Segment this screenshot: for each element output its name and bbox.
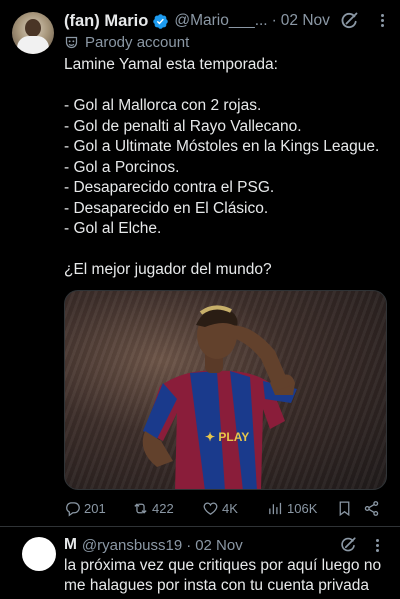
- reply-author-handle[interactable]: @ryansbuss19: [82, 537, 182, 554]
- tweet-line: - Gol a Porcinos.: [64, 158, 180, 176]
- reply-text: la próxima vez que critiques por aquí lu…: [64, 557, 382, 594]
- tweet-date[interactable]: 02 Nov: [281, 12, 330, 30]
- tweet-actions: 201 422 4K 106K: [64, 497, 394, 519]
- svg-text:✦ PLAY: ✦ PLAY: [205, 430, 249, 444]
- reply-separator-dot: ·: [186, 536, 192, 554]
- bookmark-icon: [339, 500, 350, 516]
- like-count: 4K: [222, 500, 238, 516]
- tweet-text: Lamine Yamal esta temporada: - Gol al Ma…: [64, 55, 394, 281]
- author-handle[interactable]: @Mario___...: [174, 12, 267, 30]
- reply-tweet: M @ryansbuss19 · 02 Nov la próxima vez q…: [0, 527, 400, 599]
- views-icon: [269, 502, 282, 514]
- tweet-photo[interactable]: ✦ PLAY: [64, 290, 387, 490]
- player-photo-illustration: ✦ PLAY: [142, 305, 297, 489]
- tweet-line: ¿El mejor jugador del mundo?: [64, 261, 272, 278]
- verified-badge-icon: [153, 13, 169, 29]
- like-button[interactable]: 4K: [202, 497, 238, 519]
- reply-header: M @ryansbuss19 · 02 Nov: [64, 535, 243, 555]
- reply-icon: [66, 501, 80, 516]
- tweet: (fan) Mario @Mario___... · 02 Nov Parody…: [0, 0, 400, 520]
- parody-label-text: Parody account: [85, 33, 190, 51]
- repost-icon: [134, 502, 147, 514]
- tweet-line: - Gol a Ultimate Móstoles en la Kings Le…: [64, 138, 380, 155]
- parody-label: Parody account: [64, 32, 189, 52]
- author-avatar[interactable]: [12, 12, 54, 54]
- tweet-line: - Gol al Elche.: [64, 220, 162, 237]
- tweet-line: - Gol al Mallorca con 2 rojas.: [64, 97, 262, 114]
- like-icon: [203, 502, 218, 515]
- grok-icon[interactable]: [339, 536, 357, 554]
- tweet-line: - Desaparecido contra el PSG.: [64, 179, 275, 196]
- tweet-line: - Gol de penalti al Rayo Vallecano.: [64, 117, 302, 135]
- more-icon[interactable]: [374, 537, 380, 553]
- view-count: 106K: [287, 500, 318, 516]
- views-button[interactable]: 106K: [267, 497, 317, 519]
- reply-button[interactable]: 201: [64, 497, 106, 519]
- share-icon: [364, 500, 379, 516]
- tweet-line: - Desaparecido en El Clásico.: [64, 199, 269, 217]
- more-icon[interactable]: [379, 12, 385, 30]
- reply-date[interactable]: 02 Nov: [195, 537, 243, 554]
- bookmark-button[interactable]: [336, 497, 356, 519]
- separator-dot: ·: [271, 12, 277, 29]
- repost-button[interactable]: 422: [132, 497, 174, 519]
- author-name[interactable]: (fan) Mario: [64, 12, 148, 31]
- grok-icon[interactable]: [339, 11, 359, 31]
- share-button[interactable]: [363, 497, 383, 519]
- reply-count: 201: [84, 500, 106, 516]
- repost-count: 422: [152, 500, 174, 516]
- parody-mask-icon: [65, 36, 78, 48]
- tweet-line: Lamine Yamal esta temporada:: [64, 56, 278, 73]
- reply-author-name[interactable]: M: [64, 536, 77, 554]
- reply-author-avatar[interactable]: [22, 537, 56, 571]
